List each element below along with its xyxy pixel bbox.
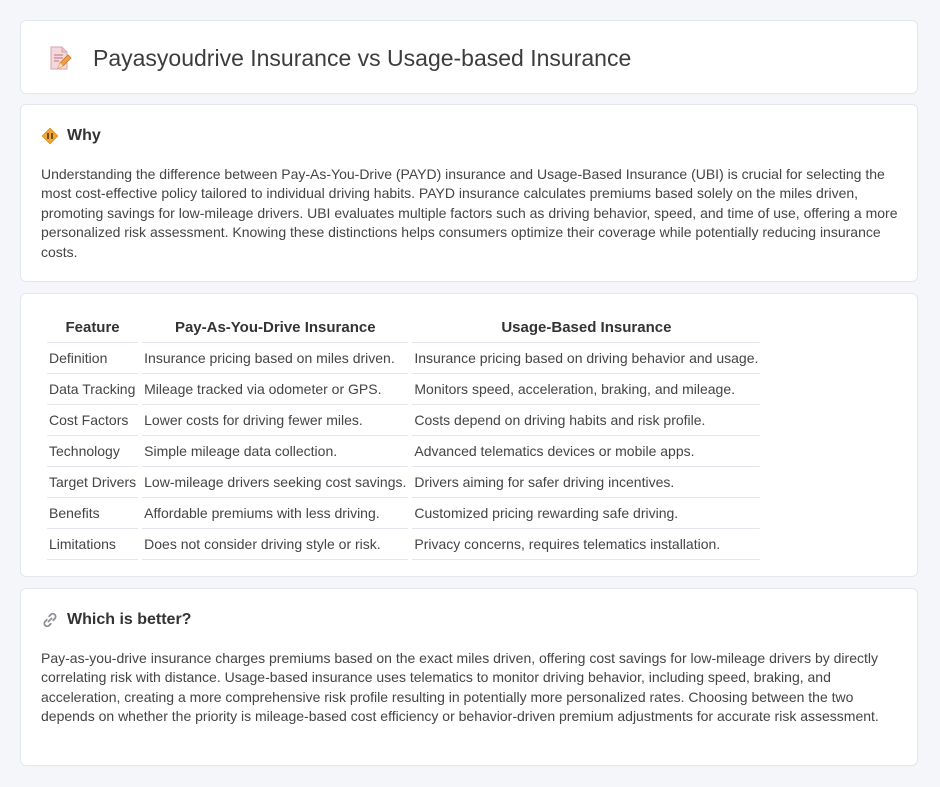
ubi-cell: Advanced telematics devices or mobile ap… <box>412 436 761 467</box>
better-title: Which is better? <box>67 611 192 628</box>
warning-diamond-icon <box>41 127 59 145</box>
comparison-section: Feature Pay-As-You-Drive Insurance Usage… <box>20 293 918 577</box>
table-row: Target Drivers Low-mileage drivers seeki… <box>47 467 761 498</box>
page-title: Payasyoudrive Insurance vs Usage-based I… <box>93 45 632 71</box>
why-header: Why <box>41 127 101 145</box>
table-row: Limitations Does not consider driving st… <box>47 529 761 560</box>
payd-cell: Simple mileage data collection. <box>142 436 409 467</box>
better-text: Pay-as-you-drive insurance charges premi… <box>41 650 879 725</box>
payd-cell: Lower costs for driving fewer miles. <box>142 405 409 436</box>
table-row: Benefits Affordable premiums with less d… <box>47 498 761 529</box>
payd-cell: Mileage tracked via odometer or GPS. <box>142 374 409 405</box>
header-payd: Pay-As-You-Drive Insurance <box>142 312 409 343</box>
which-is-better-section: Which is better? Pay-as-you-drive insura… <box>20 588 918 766</box>
table-row: Data Tracking Mileage tracked via odomet… <box>47 374 761 405</box>
table-header-row: Feature Pay-As-You-Drive Insurance Usage… <box>47 312 761 343</box>
title-card: Payasyoudrive Insurance vs Usage-based I… <box>20 20 918 94</box>
payd-cell: Does not consider driving style or risk. <box>142 529 409 560</box>
feature-cell: Benefits <box>47 498 139 529</box>
feature-cell: Definition <box>47 343 139 374</box>
table-row: Cost Factors Lower costs for driving few… <box>47 405 761 436</box>
header-ubi: Usage-Based Insurance <box>412 312 761 343</box>
title-row: Payasyoudrive Insurance vs Usage-based I… <box>45 43 631 73</box>
better-header: Which is better? <box>41 611 191 629</box>
ubi-cell: Insurance pricing based on driving behav… <box>412 343 761 374</box>
feature-cell: Target Drivers <box>47 467 139 498</box>
payd-cell: Low-mileage drivers seeking cost savings… <box>142 467 409 498</box>
ubi-cell: Customized pricing rewarding safe drivin… <box>412 498 761 529</box>
feature-cell: Data Tracking <box>47 374 139 405</box>
table-row: Definition Insurance pricing based on mi… <box>47 343 761 374</box>
document-pencil-icon <box>50 46 72 70</box>
ubi-cell: Costs depend on driving habits and risk … <box>412 405 761 436</box>
why-text: Understanding the difference between Pay… <box>41 166 898 260</box>
ubi-cell: Monitors speed, acceleration, braking, a… <box>412 374 761 405</box>
payd-cell: Insurance pricing based on miles driven. <box>142 343 409 374</box>
comparison-table: Feature Pay-As-You-Drive Insurance Usage… <box>43 312 764 560</box>
why-title: Why <box>67 127 101 144</box>
ubi-cell: Privacy concerns, requires telematics in… <box>412 529 761 560</box>
header-feature: Feature <box>47 312 139 343</box>
why-section: Why Understanding the difference between… <box>20 104 918 282</box>
payd-cell: Affordable premiums with less driving. <box>142 498 409 529</box>
feature-cell: Limitations <box>47 529 139 560</box>
ubi-cell: Drivers aiming for safer driving incenti… <box>412 467 761 498</box>
feature-cell: Technology <box>47 436 139 467</box>
feature-cell: Cost Factors <box>47 405 139 436</box>
table-row: Technology Simple mileage data collectio… <box>47 436 761 467</box>
link-icon <box>43 612 57 628</box>
